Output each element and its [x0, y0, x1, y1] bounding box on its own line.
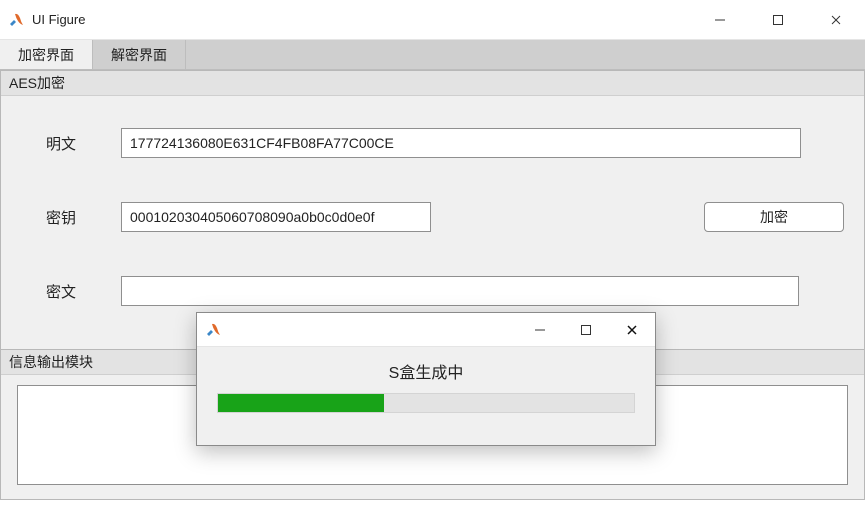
progress-bar-fill [218, 394, 384, 412]
dialog-close-button[interactable] [609, 313, 655, 346]
aes-panel-body: 明文 密钥 加密 密文 [1, 96, 864, 316]
row-key: 密钥 加密 [21, 202, 844, 232]
encrypt-button[interactable]: 加密 [704, 202, 844, 232]
key-input[interactable] [121, 202, 431, 232]
row-plaintext: 明文 [21, 128, 844, 158]
window-titlebar: UI Figure [0, 0, 865, 40]
aes-panel-title: AES加密 [1, 71, 864, 96]
plaintext-label: 明文 [21, 133, 101, 154]
ciphertext-label: 密文 [21, 281, 101, 302]
window-controls [691, 0, 865, 39]
key-label: 密钥 [21, 207, 101, 228]
tab-decrypt[interactable]: 解密界面 [93, 40, 186, 69]
tab-encrypt[interactable]: 加密界面 [0, 40, 93, 69]
row-ciphertext: 密文 [21, 276, 844, 306]
dialog-maximize-button[interactable] [563, 313, 609, 346]
progress-bar-track [217, 393, 635, 413]
tab-encrypt-label: 加密界面 [18, 45, 74, 65]
tab-bar: 加密界面 解密界面 [0, 40, 865, 70]
progress-dialog: S盒生成中 [196, 312, 656, 446]
dialog-titlebar [197, 313, 655, 347]
matlab-icon [8, 12, 24, 28]
matlab-icon [205, 322, 221, 338]
tab-decrypt-label: 解密界面 [111, 45, 167, 65]
encrypt-button-label: 加密 [760, 207, 788, 227]
dialog-minimize-button[interactable] [517, 313, 563, 346]
window-title: UI Figure [32, 12, 85, 27]
dialog-body: S盒生成中 [197, 347, 655, 427]
progress-message: S盒生成中 [217, 359, 635, 383]
plaintext-input[interactable] [121, 128, 801, 158]
close-button[interactable] [807, 0, 865, 39]
aes-panel: AES加密 明文 密钥 加密 密文 [0, 70, 865, 350]
dialog-window-controls [517, 313, 655, 346]
minimize-button[interactable] [691, 0, 749, 39]
maximize-button[interactable] [749, 0, 807, 39]
ciphertext-input[interactable] [121, 276, 799, 306]
